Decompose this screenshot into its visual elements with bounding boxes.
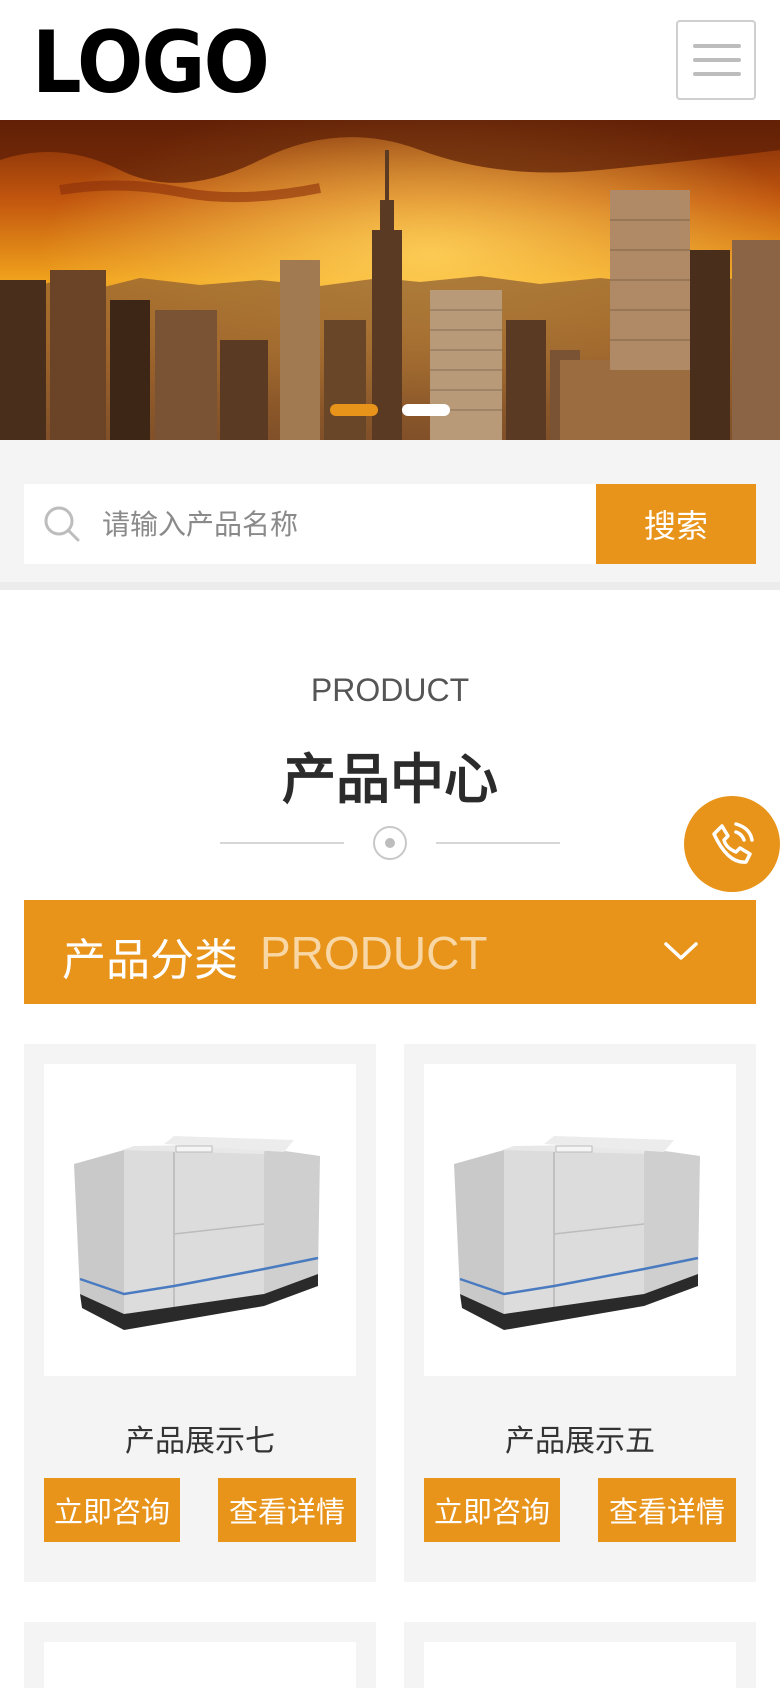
phone-call-icon[interactable] <box>684 796 780 892</box>
category-dropdown[interactable]: 产品分类 PRODUCT <box>24 900 756 1004</box>
product-title[interactable]: 产品展示五 <box>404 1416 756 1460</box>
product-card: 产品展示七 立即咨询 查看详情 <box>24 1044 376 1582</box>
search-button[interactable]: 搜索 <box>596 484 756 564</box>
banner-image <box>0 120 780 440</box>
logo[interactable]: LOGO <box>32 24 270 96</box>
product-card <box>404 1622 756 1688</box>
hamburger-menu-icon[interactable] <box>676 20 756 100</box>
product-image[interactable] <box>44 1064 356 1376</box>
section-title: 产品中心 <box>282 748 498 811</box>
consult-button[interactable]: 立即咨询 <box>424 1478 560 1542</box>
banner-dot-active[interactable] <box>330 404 378 416</box>
product-card: 产品展示五 立即咨询 查看详情 <box>404 1044 756 1582</box>
search-box <box>24 484 596 564</box>
category-label-en: PRODUCT <box>260 927 488 979</box>
site-header: LOGO <box>0 0 780 120</box>
product-title[interactable]: 产品展示七 <box>24 1416 376 1460</box>
search-input[interactable] <box>102 484 582 564</box>
product-image[interactable] <box>424 1064 736 1376</box>
search-section: 搜索 <box>0 440 780 590</box>
divider-line <box>436 842 560 844</box>
svg-text:LOGO: LOGO <box>32 24 268 96</box>
chevron-down-icon <box>664 942 698 960</box>
divider-dot-icon <box>373 826 407 860</box>
search-icon <box>44 506 80 542</box>
view-details-button[interactable]: 查看详情 <box>218 1478 356 1542</box>
view-details-button[interactable]: 查看详情 <box>598 1478 736 1542</box>
section-title-en: PRODUCT <box>310 672 470 708</box>
product-image[interactable] <box>44 1642 356 1688</box>
banner-dot[interactable] <box>402 404 450 416</box>
consult-button[interactable]: 立即咨询 <box>44 1478 180 1542</box>
product-card <box>24 1622 376 1688</box>
product-image[interactable] <box>424 1642 736 1688</box>
category-label: 产品分类 <box>62 935 238 986</box>
hero-banner[interactable] <box>0 120 780 440</box>
divider-line <box>220 842 344 844</box>
